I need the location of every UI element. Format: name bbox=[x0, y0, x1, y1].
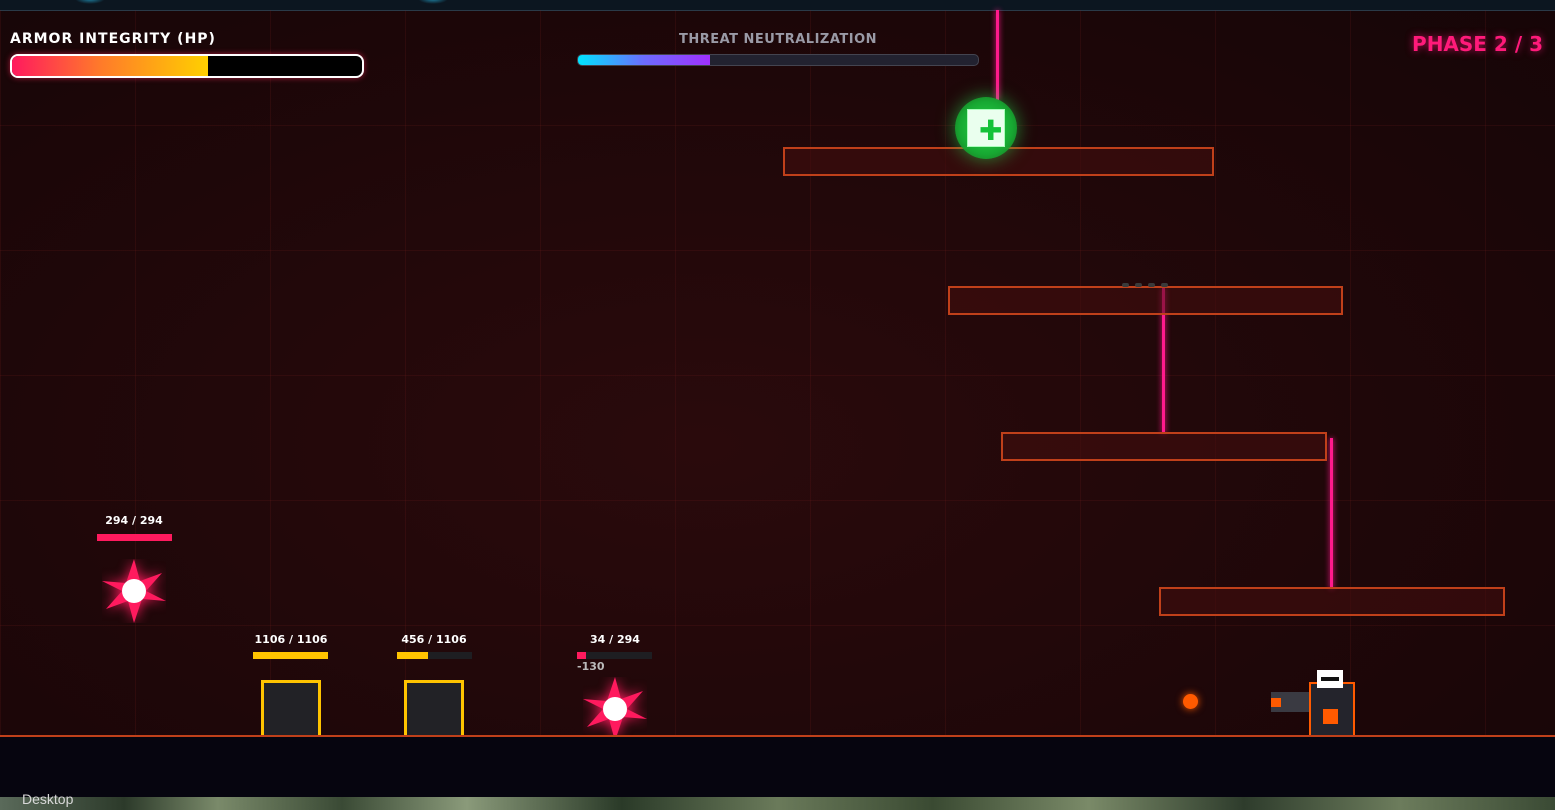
health-pickup: ✚ bbox=[955, 97, 1017, 159]
gun-muzzle bbox=[1271, 698, 1281, 707]
desktop-label[interactable]: Desktop bbox=[22, 791, 73, 807]
ground-floor bbox=[0, 735, 1555, 799]
platform bbox=[1001, 432, 1327, 461]
threat-label: THREAT NEUTRALIZATION bbox=[678, 32, 878, 47]
player-visor bbox=[1317, 670, 1343, 688]
enemy-hp-text: 456 / 1106 bbox=[401, 633, 467, 646]
enemy-hp-fill bbox=[577, 652, 586, 659]
block-enemy bbox=[261, 680, 321, 740]
strip-glow bbox=[75, 0, 105, 4]
laser-beam bbox=[996, 10, 999, 100]
medical-cross-icon: ✚ bbox=[979, 114, 1003, 147]
loading-dots bbox=[1122, 283, 1168, 287]
enemy-hp-text: 294 / 294 bbox=[105, 514, 163, 527]
strip-glow bbox=[418, 0, 448, 4]
enemy-hp-fill bbox=[397, 652, 428, 659]
platform bbox=[1159, 587, 1505, 616]
background-grid bbox=[0, 10, 1555, 736]
armor-bar bbox=[10, 54, 364, 78]
armor-bar-fill bbox=[12, 56, 208, 76]
laser-beam bbox=[1330, 438, 1333, 589]
player-bullet bbox=[1183, 694, 1198, 709]
enemy-hp-fill bbox=[253, 652, 328, 659]
spike-drone-enemy bbox=[583, 677, 647, 741]
enemy-hp-text: 34 / 294 bbox=[590, 633, 640, 646]
spike-drone-enemy bbox=[102, 559, 166, 623]
platform bbox=[948, 286, 1343, 315]
player-core bbox=[1323, 709, 1338, 724]
game-viewport[interactable]: ARMOR INTEGRITY (HP) THREAT NEUTRALIZATI… bbox=[0, 0, 1555, 810]
enemy-hp-bar bbox=[97, 534, 172, 541]
block-enemy bbox=[404, 680, 464, 740]
enemy-hp-text: 1106 / 1106 bbox=[254, 633, 328, 646]
enemy-hp-fill bbox=[97, 534, 172, 541]
threat-bar bbox=[577, 54, 979, 66]
threat-bar-fill bbox=[578, 55, 710, 65]
enemy-hp-bar bbox=[577, 652, 652, 659]
armor-label: ARMOR INTEGRITY (HP) bbox=[10, 31, 216, 47]
desktop-wallpaper-strip bbox=[0, 797, 1555, 810]
damage-number: -130 bbox=[577, 660, 605, 673]
phase-indicator: PHASE 2 / 3 bbox=[1412, 32, 1543, 56]
enemy-hp-bar bbox=[397, 652, 472, 659]
enemy-hp-bar bbox=[253, 652, 328, 659]
